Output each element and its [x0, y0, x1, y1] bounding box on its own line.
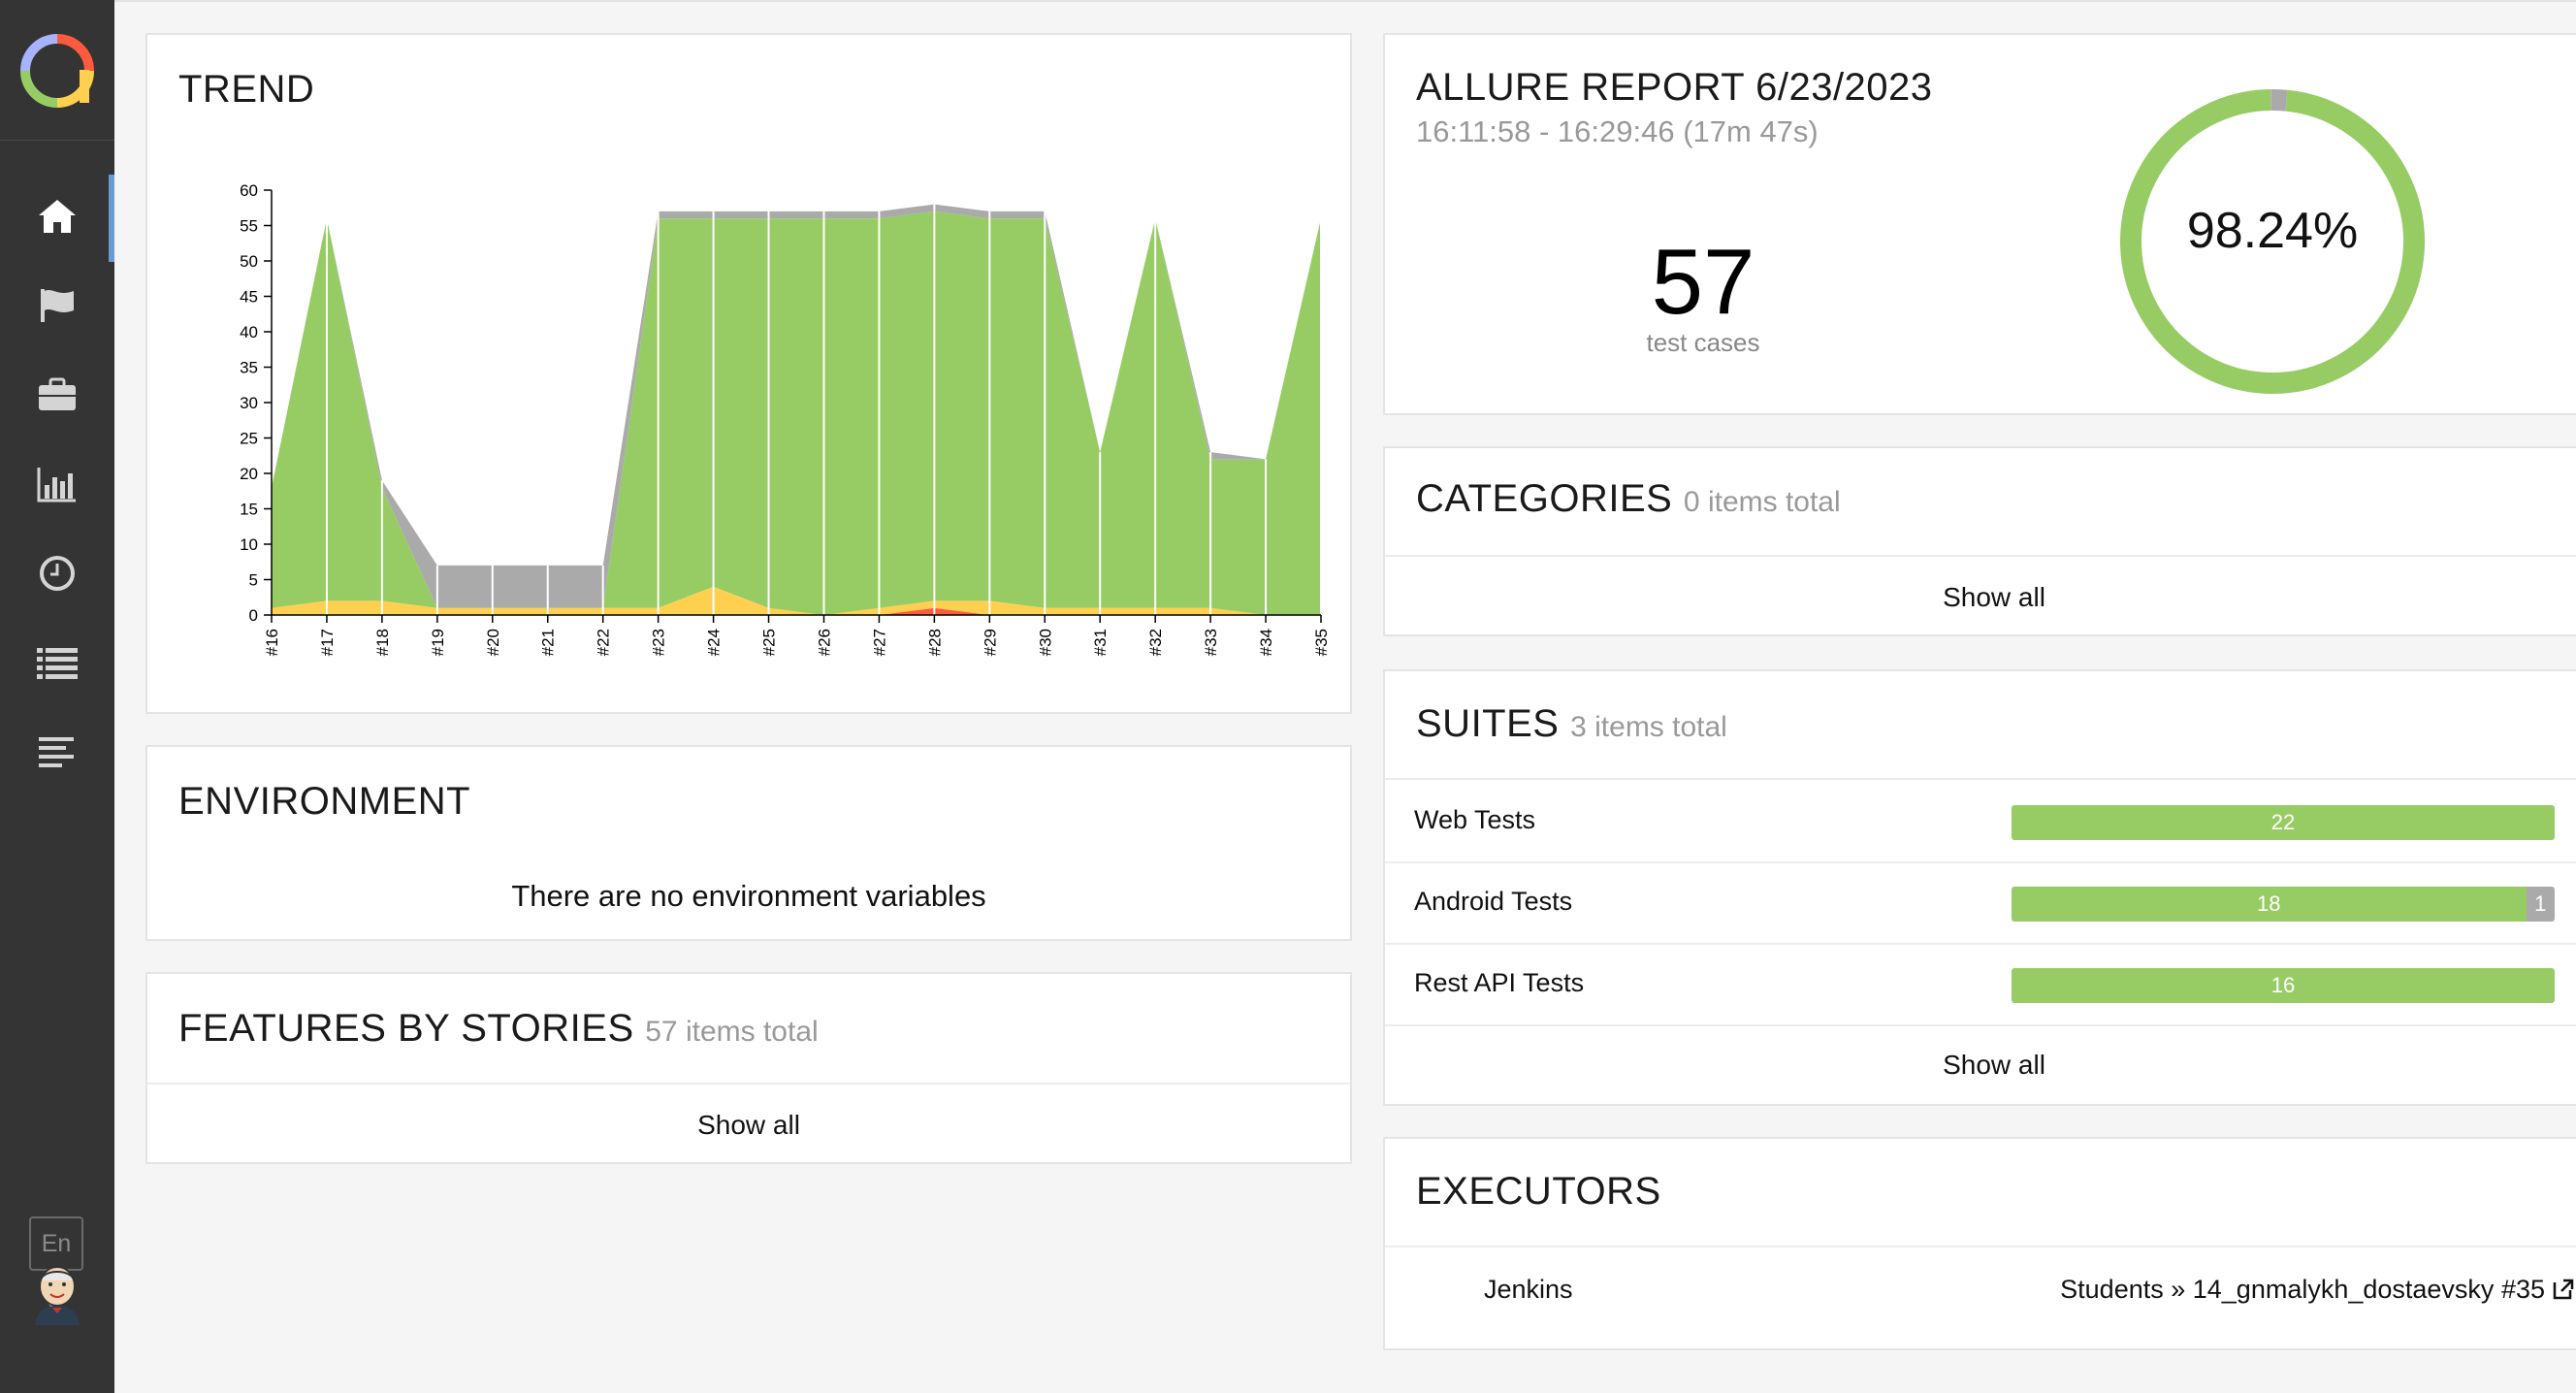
nav-categories[interactable]: [0, 264, 114, 347]
x-tick-label: #28: [925, 629, 944, 656]
nav-graphs[interactable]: [0, 442, 114, 526]
report-time-range: 16:11:58 - 16:29:46 (17m 47s): [1416, 114, 1819, 148]
y-tick-label: 0: [249, 606, 258, 625]
y-tick-label: 20: [240, 465, 258, 483]
x-tick-label: #33: [1202, 629, 1220, 656]
y-tick-label: 55: [240, 217, 258, 236]
success-rate: 98.24%: [2186, 203, 2359, 259]
briefcase-icon: [39, 377, 76, 410]
environment-widget: ENVIRONMENT There are no environment var…: [145, 745, 1352, 941]
features-show-all-link[interactable]: Show all: [147, 1110, 1350, 1141]
x-tick-label: #18: [373, 629, 392, 656]
report-title: ALLURE REPORT 6/23/2023: [1416, 66, 1933, 109]
nav-suites[interactable]: [0, 353, 114, 437]
unknown-segment: 1: [2526, 887, 2555, 922]
y-tick-label: 40: [240, 323, 258, 341]
y-tick-label: 35: [240, 359, 258, 377]
suite-name: Android Tests: [1414, 887, 1573, 916]
y-tick-label: 60: [240, 181, 258, 200]
trend-chart: 0 5 10 15 20 25 30 35 40 45 50 55 60 #16 #17 #18 #19 #20 #…: [240, 181, 1331, 656]
nav-behaviors[interactable]: [0, 621, 114, 704]
suite-row[interactable]: Android Tests 18 1: [1385, 861, 2576, 943]
y-tick-label: 10: [240, 535, 258, 554]
suites-widget: SUITES 3 items total Web Tests 22 Androi…: [1383, 669, 2576, 1106]
categories-count: 0 items total: [1683, 486, 1841, 518]
x-tick-label: #35: [1312, 629, 1331, 656]
timeline-icon: [39, 737, 74, 767]
x-tick-label: #17: [318, 629, 337, 656]
test-count-label: test cases: [1646, 328, 1760, 357]
nav-packages[interactable]: [0, 710, 114, 794]
nav-overview[interactable]: [0, 175, 114, 262]
list-icon: [37, 648, 78, 679]
suite-row[interactable]: Rest API Tests 16: [1385, 943, 2576, 1024]
x-tick-label: #32: [1146, 629, 1165, 656]
executors-title: EXECUTORS: [1416, 1170, 1661, 1213]
executors-widget: EXECUTORS Jenkins Students » 14_gnmalykh…: [1383, 1137, 2576, 1350]
y-tick-label: 30: [240, 394, 258, 412]
x-tick-label: #16: [263, 629, 281, 656]
x-tick-label: #20: [484, 629, 502, 656]
x-tick-label: #30: [1036, 629, 1054, 656]
test-count: 57: [1651, 230, 1755, 334]
suites-title: SUITES 3 items total: [1416, 702, 1727, 745]
y-tick-label: 50: [240, 252, 258, 271]
passed-segment: 16: [2012, 968, 2555, 1003]
environment-title: ENVIRONMENT: [178, 780, 471, 823]
bar-chart-icon: [37, 468, 76, 502]
sidebar-divider: [0, 140, 114, 141]
divider: [147, 1083, 1350, 1085]
y-tick-label: 5: [249, 571, 258, 590]
y-tick-label: 25: [240, 430, 258, 448]
divider: [1385, 1024, 2576, 1026]
suite-row[interactable]: Web Tests 22: [1385, 780, 2576, 861]
home-icon: [39, 200, 76, 233]
donut-unknown-arc: [2270, 89, 2288, 112]
features-count: 57 items total: [645, 1016, 819, 1048]
categories-widget: CATEGORIES 0 items total Show all: [1383, 446, 2576, 636]
x-tick-label: #22: [595, 629, 613, 656]
x-tick-label: #31: [1091, 629, 1110, 656]
trend-widget: TREND 0 5 10 15 20 25 30 35 40 45 50 55 60 #16 #17 #18 #…: [145, 33, 1352, 714]
x-tick-label: #23: [650, 629, 668, 656]
sidebar: En: [0, 0, 114, 1393]
jenkins-icon: [35, 1266, 80, 1325]
passed-segment: 22: [2012, 805, 2555, 840]
executor-name: Jenkins: [1484, 1275, 1573, 1304]
environment-empty-text: There are no environment variables: [511, 879, 986, 913]
x-tick-label: #24: [705, 629, 724, 656]
top-border: [114, 0, 2576, 2]
categories-title: CATEGORIES 0 items total: [1416, 477, 1841, 520]
categories-show-all-link[interactable]: Show all: [1385, 582, 2576, 613]
features-widget: FEATURES BY STORIES 57 items total Show …: [145, 972, 1352, 1164]
clock-icon: [40, 556, 75, 591]
x-tick-label: #27: [870, 629, 888, 656]
executor-build-link[interactable]: Students » 14_gnmalykh_dostaevsky #35: [2060, 1275, 2574, 1305]
suites-show-all-link[interactable]: Show all: [1385, 1050, 2576, 1081]
suite-name: Rest API Tests: [1414, 968, 1585, 997]
y-tick-label: 45: [240, 288, 258, 307]
external-link-icon: [2553, 1279, 2574, 1300]
allure-logo[interactable]: [19, 33, 95, 109]
divider: [1385, 1246, 2576, 1247]
x-tick-label: #29: [981, 629, 999, 656]
x-tick-label: #19: [429, 629, 447, 656]
y-tick-label: 15: [240, 501, 258, 519]
suite-status-bar: 16: [2012, 968, 2555, 1003]
suite-status-bar: 18 1: [2012, 887, 2555, 922]
x-tick-label: #25: [760, 629, 779, 656]
suite-status-bar: 22: [2012, 805, 2555, 840]
nav-timeline[interactable]: [0, 532, 114, 615]
summary-widget: ALLURE REPORT 6/23/2023 16:11:58 - 16:29…: [1383, 33, 2576, 415]
suite-name: Web Tests: [1414, 805, 1536, 834]
x-tick-label: #34: [1257, 629, 1275, 656]
suites-count: 3 items total: [1570, 711, 1727, 743]
x-tick-label: #21: [539, 629, 558, 656]
divider: [1385, 555, 2576, 557]
flag-icon: [41, 289, 74, 322]
features-title: FEATURES BY STORIES 57 items total: [178, 1007, 819, 1050]
passed-segment: 18: [2012, 887, 2527, 922]
x-tick-label: #26: [815, 629, 833, 656]
